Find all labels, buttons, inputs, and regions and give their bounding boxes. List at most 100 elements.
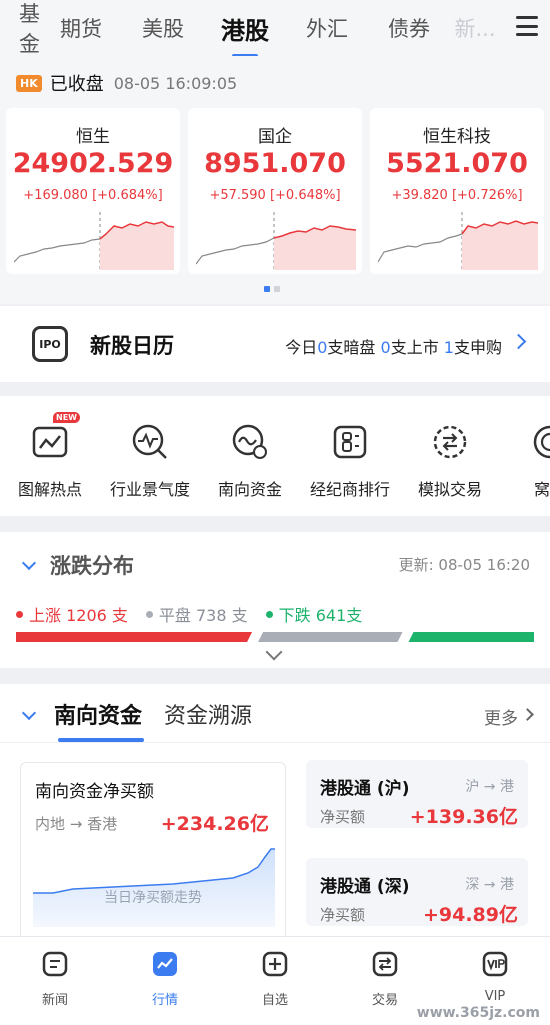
- distribution-legend: 上涨 1206 支 平盘 738 支 下跌 641支: [16, 602, 380, 626]
- distribution-title[interactable]: 涨跌分布: [50, 550, 134, 580]
- nav-watchlist[interactable]: 自选: [220, 937, 330, 1025]
- tab-futures[interactable]: 期货: [40, 13, 122, 43]
- shortcut-industry-pulse[interactable]: 行业景气度: [100, 422, 200, 500]
- ipo-icon: IPO: [32, 326, 68, 362]
- shortcut-label: 南向资金: [217, 480, 282, 499]
- southbound-funds-section: 南向资金 资金溯源 更多 南向资金净买额 内地 → 香港 +234.26亿 当日…: [0, 684, 550, 942]
- expand-chevron-icon[interactable]: [265, 643, 283, 661]
- index-value: 8951.070: [204, 148, 346, 179]
- ipo-subscribe-count: 1: [443, 338, 454, 357]
- collapse-chevron-icon[interactable]: [21, 705, 37, 721]
- news-icon: [42, 951, 68, 977]
- carousel-dot-active: [264, 286, 270, 292]
- connect-card-sh[interactable]: 港股通 (沪) 沪 → 港 净买额 +139.36亿: [306, 760, 528, 828]
- net-buy-caption: 当日净买额走势: [104, 890, 202, 906]
- connect-title: 港股通 (沪): [320, 779, 410, 799]
- net-buy-trend-chart: [33, 848, 275, 927]
- ipo-summary: 今日0支暗盘 0支上市 1支申购: [285, 334, 502, 358]
- nav-label: VIP: [484, 989, 506, 1004]
- connect-label: 净买额: [320, 906, 366, 924]
- net-buy-title: 南向资金净买额: [35, 782, 154, 802]
- market-status-text: 已收盘: [49, 74, 104, 95]
- market-overview: HK 已收盘 08-05 16:09:05 恒生 24902.529 +169.…: [0, 56, 550, 304]
- connect-title: 港股通 (深): [320, 877, 410, 897]
- top-tab-bar: 基金 期货 美股 港股 外汇 债券 新...: [0, 0, 550, 56]
- index-value: 5521.070: [386, 148, 528, 179]
- ipo-dark-count: 0: [317, 338, 328, 357]
- nav-news[interactable]: 新闻: [0, 937, 110, 1025]
- index-card-hstech[interactable]: 恒生科技 5521.070 +39.820 [+0.726%]: [370, 108, 544, 274]
- collapse-chevron-icon[interactable]: [21, 555, 37, 571]
- tab-fund[interactable]: 基金: [0, 0, 40, 56]
- shortcut-label: 模拟交易: [417, 480, 482, 499]
- connect-card-sz[interactable]: 港股通 (深) 深 → 港 净买额 +94.89亿: [306, 858, 528, 926]
- flat-segment: [258, 632, 403, 642]
- shortcut-label: 窝轮: [533, 480, 550, 499]
- watchlist-icon: [262, 951, 288, 977]
- tab-bonds[interactable]: 债券: [368, 13, 450, 43]
- index-change: +57.590 [+0.648%]: [209, 188, 341, 203]
- connect-direction: 沪 → 港: [465, 779, 514, 795]
- up-segment: [16, 632, 253, 642]
- ipo-summary-text: 支暗盘: [327, 338, 381, 357]
- connect-label: 净买额: [320, 808, 366, 826]
- shortcut-label: 经纪商排行: [309, 480, 390, 499]
- legend-flat: 平盘 738 支: [145, 602, 248, 626]
- index-card-hscei[interactable]: 国企 8951.070 +57.590 [+0.648%]: [188, 108, 362, 274]
- menu-icon[interactable]: [516, 16, 538, 36]
- legend-flat-text: 平盘 738 支: [158, 606, 248, 625]
- industry-pulse-icon: [130, 422, 170, 462]
- distribution-bar: [16, 632, 534, 642]
- shortcut-southbound[interactable]: 南向资金: [200, 422, 300, 500]
- new-stock-calendar[interactable]: IPO 新股日历 今日0支暗盘 0支上市 1支申购: [0, 306, 550, 382]
- legend-up-text: 上涨 1206 支: [29, 606, 128, 625]
- legend-up: 上涨 1206 支: [16, 602, 128, 626]
- shortcut-broker-rank[interactable]: 经纪商排行: [300, 422, 400, 500]
- ipo-listing-count: 0: [380, 338, 391, 357]
- index-value: 24902.529: [12, 148, 174, 179]
- more-link[interactable]: 更多: [484, 704, 518, 729]
- shortcut-chart-hot[interactable]: NEW 图解热点: [0, 412, 100, 500]
- nav-market[interactable]: 行情: [110, 937, 220, 1025]
- nav-label: 自选: [261, 993, 288, 1008]
- tab-southbound-funds[interactable]: 南向资金: [54, 698, 142, 730]
- southbound-funds-icon: [230, 422, 270, 462]
- market-status-time: 08-05 16:09:05: [113, 73, 238, 93]
- shortcut-label: 行业景气度: [109, 480, 190, 499]
- ipo-summary-text: 支申购: [453, 338, 502, 357]
- up-dot: [16, 610, 23, 618]
- tab-new[interactable]: 新...: [450, 13, 500, 43]
- shortcut-label: 图解热点: [17, 480, 82, 499]
- ipo-summary-text: 今日: [285, 338, 318, 357]
- index-name: 恒生: [76, 127, 110, 147]
- index-sparkline: [378, 212, 538, 270]
- index-name: 恒生科技: [423, 127, 491, 147]
- vip-icon: [482, 951, 508, 977]
- down-dot: [265, 610, 273, 618]
- index-card-hsi[interactable]: 恒生 24902.529 +169.080 [+0.684%]: [6, 108, 180, 274]
- distribution-update-time: 更新: 08-05 16:20: [398, 556, 530, 574]
- legend-down-text: 下跌 641支: [278, 606, 363, 625]
- market-status: HK 已收盘 08-05 16:09:05: [16, 70, 237, 96]
- shortcut-sim-trade[interactable]: 模拟交易: [400, 422, 500, 500]
- index-sparkline: [196, 212, 356, 270]
- nav-label: 行情: [151, 993, 178, 1008]
- sim-trade-icon: [430, 422, 470, 462]
- chevron-right-icon: [521, 708, 534, 721]
- index-name: 国企: [258, 127, 292, 147]
- tab-fund-source[interactable]: 资金溯源: [164, 698, 252, 730]
- shortcut-warrant[interactable]: 窝轮: [500, 422, 550, 500]
- divider: [0, 742, 550, 743]
- warrant-icon: [530, 422, 550, 462]
- index-change: +39.820 [+0.726%]: [391, 188, 523, 203]
- market-icon: [153, 952, 177, 976]
- ipo-summary-text: 支上市: [390, 338, 444, 357]
- net-buy-card[interactable]: 南向资金净买额 内地 → 香港 +234.26亿 当日净买额走势: [20, 762, 286, 942]
- chart-hot-icon: NEW: [30, 412, 80, 462]
- legend-down: 下跌 641支: [265, 602, 363, 626]
- carousel-dot: [274, 286, 280, 292]
- new-badge: NEW: [53, 412, 80, 423]
- tab-us-stocks[interactable]: 美股: [122, 13, 204, 43]
- tab-hk-stocks[interactable]: 港股: [204, 11, 286, 56]
- tab-forex[interactable]: 外汇: [286, 13, 368, 43]
